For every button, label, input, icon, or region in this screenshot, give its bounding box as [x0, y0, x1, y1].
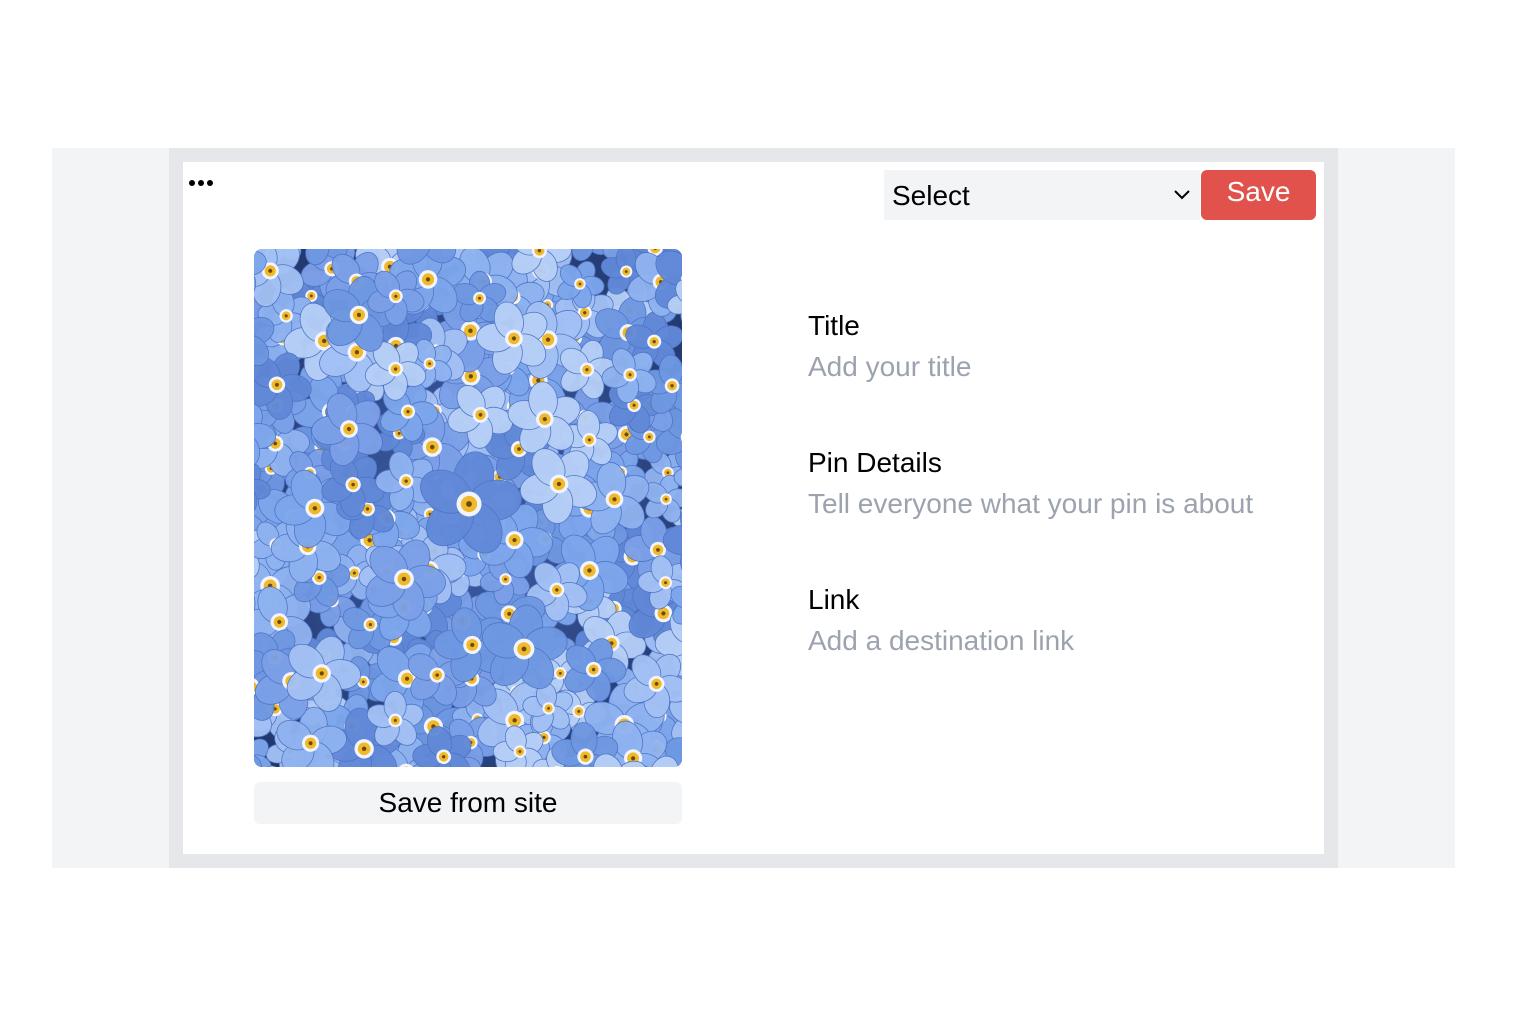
create-pin-card: Select Save Save from site Title Pin Det… — [183, 162, 1324, 854]
ellipsis-icon — [189, 180, 195, 186]
board-select-value: Select — [892, 180, 970, 211]
chevron-down-icon — [1174, 190, 1190, 200]
ellipsis-icon-dot — [207, 180, 213, 186]
title-input[interactable] — [808, 349, 1270, 385]
pin-details-input[interactable] — [808, 486, 1270, 522]
page: Select Save Save from site Title Pin Det… — [0, 0, 1517, 1009]
title-label: Title — [808, 310, 860, 341]
pin-details-label: Pin Details — [808, 447, 942, 478]
pin-image — [254, 249, 682, 767]
link-label: Link — [808, 584, 860, 615]
save-button[interactable]: Save — [1201, 170, 1316, 220]
more-options-button[interactable] — [189, 172, 221, 194]
link-input[interactable] — [808, 623, 1270, 659]
ellipsis-icon-dot — [198, 180, 204, 186]
board-select[interactable]: Select — [884, 170, 1200, 220]
save-from-site-button[interactable]: Save from site — [254, 782, 682, 824]
